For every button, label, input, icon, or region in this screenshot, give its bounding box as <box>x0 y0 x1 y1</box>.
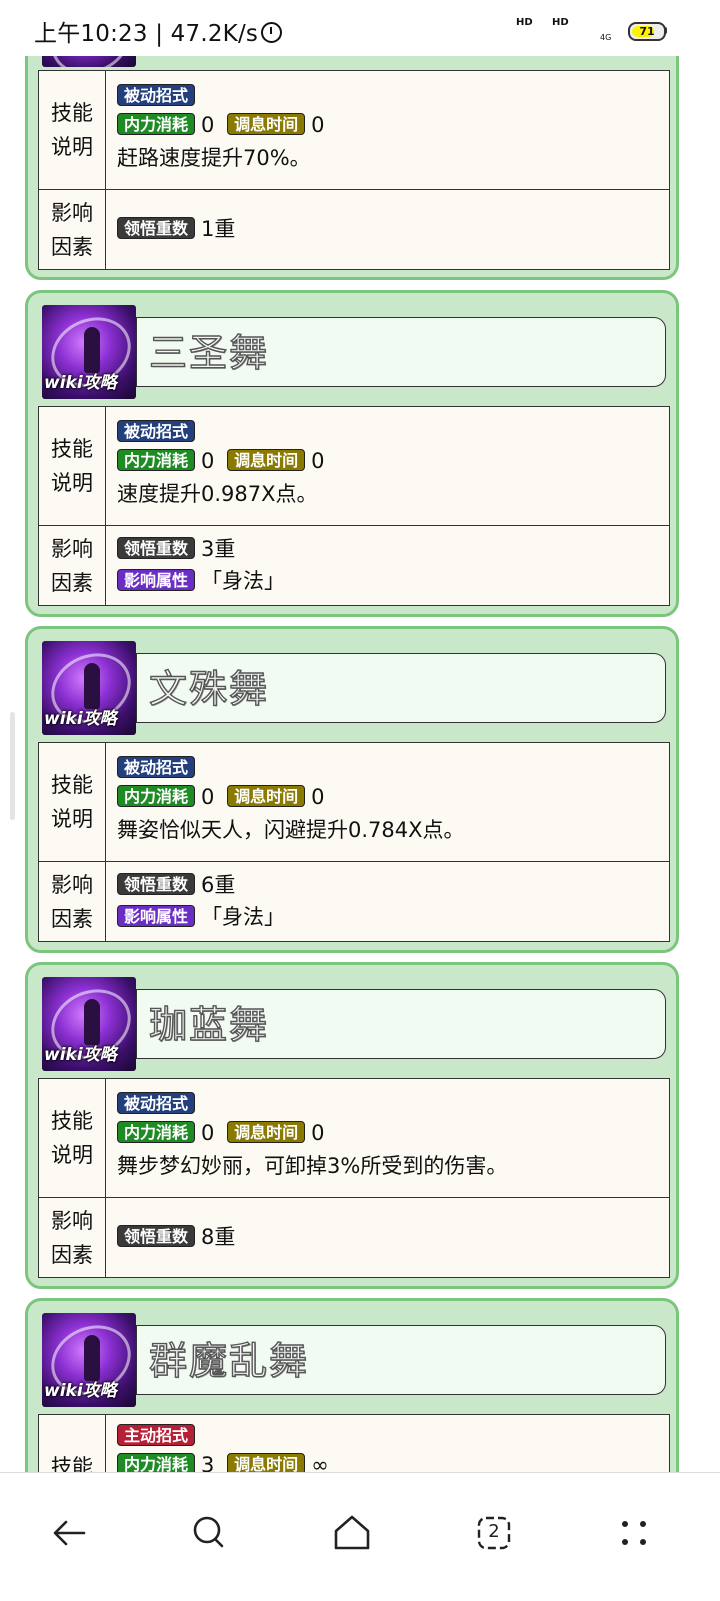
neili-tag: 内力消耗 <box>117 113 196 135</box>
skill-name: 文殊舞 <box>148 666 270 711</box>
tiaoxi-value: 0 <box>311 785 325 809</box>
battery-icon: 71 <box>628 22 666 41</box>
skill-name: 珈蓝舞 <box>148 1002 270 1047</box>
signal-icon: 4G <box>600 33 612 42</box>
skill-table: 技能 说明 被动招式 内力消耗 0 调息时间 0 速度提升0.987X点。 影响 因… <box>38 406 670 606</box>
menu-button[interactable] <box>604 1503 664 1563</box>
home-button[interactable] <box>322 1503 382 1563</box>
tiaoxi-value: 0 <box>311 449 325 473</box>
row-label: 技能 说明 <box>39 743 106 861</box>
lingwu-value: 3重 <box>201 537 236 561</box>
skill-name-box: 珈蓝舞 <box>136 989 666 1059</box>
back-button[interactable] <box>40 1503 100 1563</box>
skill-desc-row: 技能 说明 被动招式 内力消耗 0 调息时间 0 速度提升0.987X点。 <box>39 407 669 526</box>
skill-type-tag: 主动招式 <box>117 1424 196 1446</box>
row-label: 影响 因素 <box>39 190 106 269</box>
tiaoxi-tag: 调息时间 <box>227 1121 306 1143</box>
skill-desc: 舞步梦幻妙丽，可卸掉3%所受到的伤害。 <box>117 1154 508 1178</box>
skill-table: 技能 说明 被动招式 内力消耗 0 调息时间 0 舞姿恰似天人，闪避提升0.784X… <box>38 742 670 942</box>
neili-value: 0 <box>201 113 215 137</box>
alarm-icon <box>261 22 283 43</box>
neili-tag: 内力消耗 <box>117 449 196 471</box>
tiaoxi-tag: 调息时间 <box>227 785 306 807</box>
skill-name-box: 文殊舞 <box>136 653 666 723</box>
neili-tag: 内力消耗 <box>117 1121 196 1143</box>
browser-nav-bar: 2 <box>0 1472 720 1601</box>
shuxing-value: 「身法」 <box>201 905 286 929</box>
status-bar: 上午10:23 | 47.2K/s HD HD 4G 71 <box>0 0 720 56</box>
skill-type-tag: 被动招式 <box>117 756 196 778</box>
skill-icon: wiki攻略 <box>42 305 136 399</box>
status-time: 上午10:23 | 47.2K/s <box>34 14 283 48</box>
skill-type-tag: 被动招式 <box>117 1092 196 1114</box>
skill-card: wiki攻略 三圣舞 技能 说明 被动招式 内力消耗 0 调息时间 0 速度提升0.… <box>25 290 679 617</box>
search-button[interactable] <box>180 1503 240 1563</box>
skill-type-tag: 被动招式 <box>117 84 196 106</box>
lingwu-value: 6重 <box>201 873 236 897</box>
skill-name: 群魔乱舞 <box>148 1338 310 1383</box>
skill-icon: wiki攻略 <box>42 641 136 735</box>
row-label: 技能 说明 <box>39 407 106 525</box>
tiaoxi-value: 0 <box>311 1121 325 1145</box>
shuxing-tag: 影响属性 <box>117 569 196 591</box>
hd-icon-2: HD <box>552 17 569 28</box>
skill-icon: wiki攻略 <box>42 1313 136 1407</box>
skill-icon: wiki攻略 <box>42 977 136 1071</box>
lingwu-value: 1重 <box>201 217 236 241</box>
lingwu-tag: 领悟重数 <box>117 217 196 239</box>
hd-icon: HD <box>516 17 533 28</box>
skill-name: 三圣舞 <box>148 330 270 375</box>
factors-row: 影响 因素 领悟重数 6重 影响属性 「身法」 <box>39 862 669 941</box>
tiaoxi-value: 0 <box>311 113 325 137</box>
shuxing-value: 「身法」 <box>201 569 286 593</box>
row-label: 技能 说明 <box>39 71 106 189</box>
lingwu-tag: 领悟重数 <box>117 873 196 895</box>
skill-name-box: 群魔乱舞 <box>136 1325 666 1395</box>
row-label: 影响 因素 <box>39 526 106 605</box>
neili-value: 0 <box>201 1121 215 1145</box>
shuxing-tag: 影响属性 <box>117 905 196 927</box>
skill-table: 技能 说明 被动招式 内力消耗 0 调息时间 0 赶路速度提升70%。 影响 因素 … <box>38 70 670 270</box>
row-label: 影响 因素 <box>39 862 106 941</box>
neili-value: 0 <box>201 785 215 809</box>
tabs-count: 2 <box>488 1521 500 1542</box>
home-icon <box>334 1515 370 1550</box>
menu-dots-icon <box>622 1521 646 1545</box>
tiaoxi-tag: 调息时间 <box>227 113 306 135</box>
search-icon <box>193 1516 224 1548</box>
row-label: 影响 因素 <box>39 1198 106 1277</box>
skill-name-box: 三圣舞 <box>136 317 666 387</box>
scroll-indicator[interactable] <box>10 712 15 820</box>
tabs-button[interactable]: 2 <box>464 1503 524 1563</box>
battery-level: 71 <box>639 25 655 38</box>
skill-type-tag: 被动招式 <box>117 420 196 442</box>
skill-desc-row: 技能 说明 被动招式 内力消耗 0 调息时间 0 舞姿恰似天人，闪避提升0.784X… <box>39 743 669 862</box>
neili-value: 0 <box>201 449 215 473</box>
lingwu-value: 8重 <box>201 1225 236 1249</box>
factors-row: 影响 因素 领悟重数 8重 <box>39 1198 669 1277</box>
factors-row: 影响 因素 领悟重数 1重 <box>39 190 669 269</box>
skill-desc-row: 技能 说明 被动招式 内力消耗 0 调息时间 0 赶路速度提升70%。 <box>39 71 669 190</box>
lingwu-tag: 领悟重数 <box>117 537 196 559</box>
lingwu-tag: 领悟重数 <box>117 1225 196 1247</box>
skill-desc-row: 技能 说明 被动招式 内力消耗 0 调息时间 0 舞步梦幻妙丽，可卸掉3%所受到的伤… <box>39 1079 669 1198</box>
tiaoxi-tag: 调息时间 <box>227 449 306 471</box>
skill-desc: 速度提升0.987X点。 <box>117 482 318 506</box>
skill-card: wiki攻略 文殊舞 技能 说明 被动招式 内力消耗 0 调息时间 0 舞姿恰似天人… <box>25 626 679 953</box>
row-label: 技能 说明 <box>39 1079 106 1197</box>
skill-desc: 赶路速度提升70%。 <box>117 146 311 170</box>
skill-table: 技能 说明 被动招式 内力消耗 0 调息时间 0 舞步梦幻妙丽，可卸掉3%所受到的伤… <box>38 1078 670 1278</box>
neili-tag: 内力消耗 <box>117 785 196 807</box>
skill-desc: 舞姿恰似天人，闪避提升0.784X点。 <box>117 818 465 842</box>
back-arrow-icon <box>53 1520 86 1546</box>
skill-card: wiki攻略 珈蓝舞 技能 说明 被动招式 内力消耗 0 调息时间 0 舞步梦幻妙丽… <box>25 962 679 1289</box>
factors-row: 影响 因素 领悟重数 3重 影响属性 「身法」 <box>39 526 669 605</box>
tabs-icon: 2 <box>476 1515 512 1551</box>
